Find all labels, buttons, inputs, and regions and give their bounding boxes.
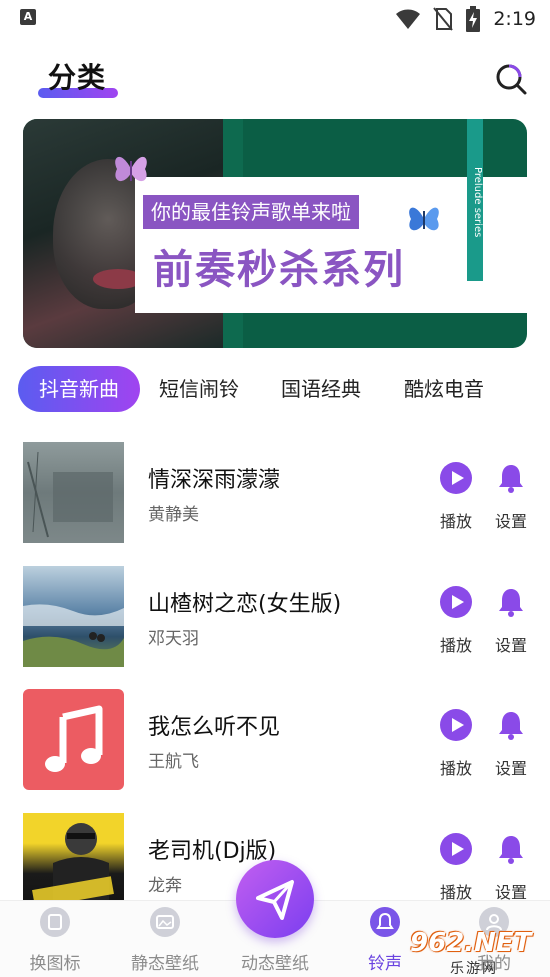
song-title: 我怎么听不见 [148,715,281,740]
search-icon[interactable] [494,62,528,96]
banner[interactable]: 你的最佳铃声歌单来啦 前奏秒杀系列 Prelude series [23,119,527,348]
song-cover [23,813,124,914]
nav-label: 动态壁纸 [241,954,309,974]
bell-icon [499,712,523,740]
banner-tagline: 你的最佳铃声歌单来啦 [143,195,359,229]
song-artist: 王航飞 [148,752,199,772]
nav-live-wallpaper[interactable]: 动态壁纸 [238,937,312,974]
butterfly-blue-icon [409,207,439,231]
set-ringtone-button[interactable]: 设置 [491,833,531,903]
status-icons: 2:19 [395,6,536,32]
bell-icon [499,465,523,493]
bell-icon [499,589,523,617]
banner-side-text: Prelude series [472,166,483,238]
nav-ringtone[interactable]: 铃声 [365,907,405,974]
nav-label: 铃声 [368,954,402,974]
list-item[interactable]: 我怎么听不见 王航飞 播放 设置 [0,677,550,790]
tab-mandarin-classic[interactable]: 国语经典 [281,366,361,412]
set-label: 设置 [494,759,527,778]
set-label: 设置 [494,512,527,531]
wifi-icon [396,9,421,29]
play-icon [440,586,472,618]
cover-art [23,604,124,667]
nav-label: 静态壁纸 [131,954,199,974]
nav-label: 换图标 [29,954,81,974]
nav-change-icon[interactable]: 换图标 [27,907,83,974]
watermark-logo: 962.NET 乐游网 [410,926,546,977]
tab-electronic[interactable]: 酷炫电音 [404,366,484,412]
nav-static-wallpaper[interactable]: 静态壁纸 [128,907,202,974]
send-icon [256,880,294,920]
status-bar: A 2:19 [0,0,550,38]
music-note-icon [45,705,103,772]
category-tabs: 抖音新曲 短信闹铃 国语经典 酷炫电音 [0,366,550,412]
cover-art [27,451,113,538]
play-button[interactable]: 播放 [436,833,476,903]
tab-sms-alarm[interactable]: 短信闹铃 [159,366,239,412]
set-ringtone-button[interactable]: 设置 [491,586,531,656]
list-item[interactable]: 情深深雨濛濛 黄静美 播放 设置 [0,430,550,543]
play-label: 播放 [439,759,472,778]
banner-headline: 前奏秒杀系列 [153,247,405,293]
no-sim-icon [433,7,454,31]
tab-douyin-new[interactable]: 抖音新曲 [18,366,140,412]
watermark-main: 962.NET [410,928,532,958]
a-icon: A [20,9,36,25]
set-label: 设置 [494,636,527,655]
page-title: 分类 [48,61,107,94]
song-artist: 龙奔 [148,876,182,896]
song-cover [23,689,124,790]
song-title: 情深深雨濛濛 [148,468,281,493]
play-button[interactable]: 播放 [436,586,476,656]
status-time: 2:19 [493,8,536,30]
list-item[interactable]: 山楂树之恋(女生版) 邓天羽 播放 设置 [0,554,550,667]
play-button[interactable]: 播放 [436,462,476,532]
song-title: 山楂树之恋(女生版) [148,592,342,617]
set-ringtone-button[interactable]: 设置 [491,462,531,532]
butterfly-icon [115,156,147,182]
play-button[interactable]: 播放 [436,709,476,779]
cover-art [32,823,114,914]
change-icon-icon [40,907,70,937]
battery-charging-icon [466,6,481,32]
play-label: 播放 [439,636,472,655]
play-icon [440,833,472,865]
bell-icon [499,836,523,864]
bell-icon [370,907,400,937]
song-artist: 邓天羽 [148,629,199,649]
song-artist: 黄静美 [148,505,199,525]
watermark-sub: 乐游网 [450,961,498,977]
play-icon [440,709,472,741]
live-wallpaper-fab[interactable] [236,860,314,938]
song-cover [23,442,124,543]
set-ringtone-button[interactable]: 设置 [491,709,531,779]
image-icon [150,907,180,937]
play-label: 播放 [439,512,472,531]
play-icon [440,462,472,494]
song-cover [23,566,124,667]
header: 分类 [0,52,550,108]
